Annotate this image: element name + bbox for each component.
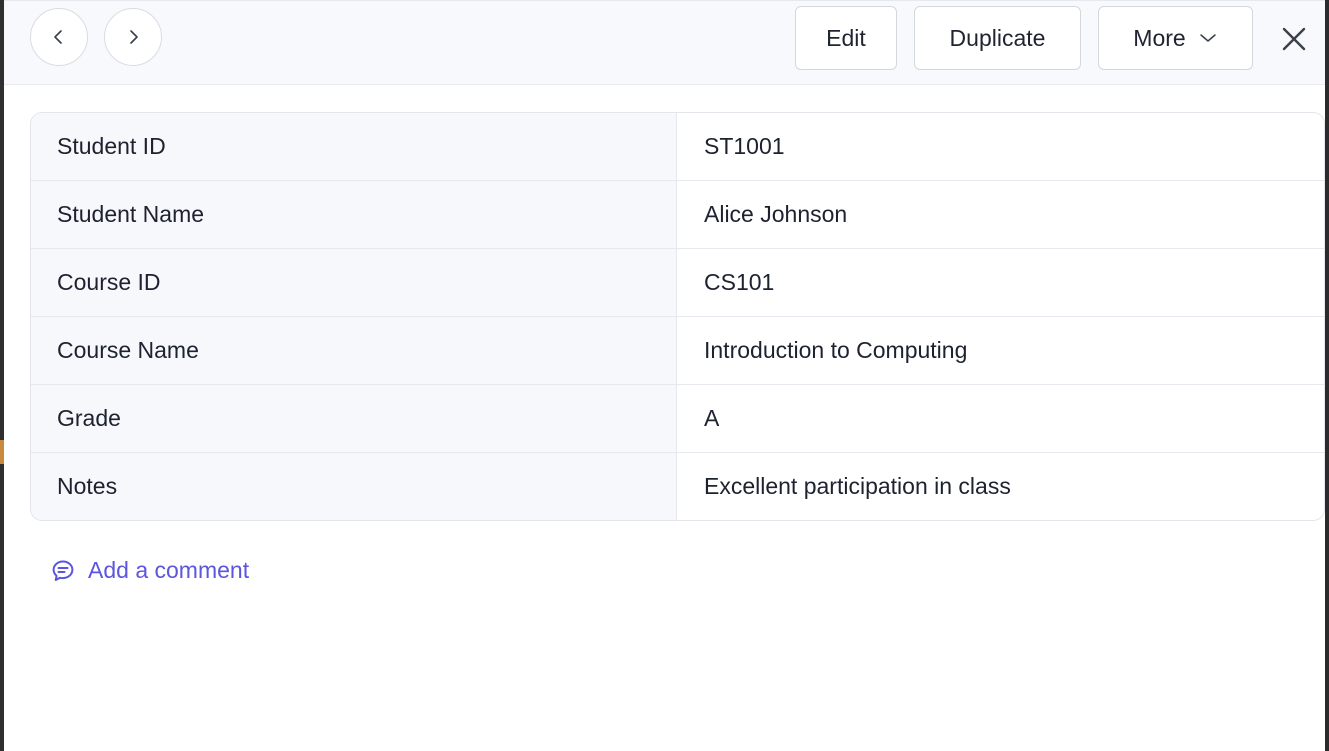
field-label: Course Name	[31, 317, 677, 384]
add-comment-label: Add a comment	[88, 557, 250, 583]
record-fields-table: Student ID ST1001 Student Name Alice Joh…	[30, 112, 1325, 521]
chevron-left-icon	[54, 30, 62, 44]
chevron-right-icon	[130, 30, 138, 44]
previous-record-button[interactable]	[30, 8, 88, 66]
field-label: Grade	[31, 385, 677, 452]
field-value: CS101	[677, 249, 1324, 316]
field-label: Course ID	[31, 249, 677, 316]
edit-button-label: Edit	[826, 24, 866, 51]
field-value: A	[677, 385, 1324, 452]
toolbar: Edit Duplicate More	[4, 1, 1325, 85]
field-value: Introduction to Computing	[677, 317, 1324, 384]
field-row-student-id: Student ID ST1001	[31, 113, 1324, 181]
field-row-notes: Notes Excellent participation in class	[31, 453, 1324, 520]
add-comment-link[interactable]: Add a comment	[50, 557, 249, 584]
field-value: Alice Johnson	[677, 181, 1324, 248]
record-detail-panel: Edit Duplicate More Student ID ST1001 St…	[4, 0, 1325, 751]
field-label: Student Name	[31, 181, 677, 248]
field-row-course-id: Course ID CS101	[31, 249, 1324, 317]
field-row-student-name: Student Name Alice Johnson	[31, 181, 1324, 249]
more-button-label: More	[1133, 24, 1186, 51]
field-label: Notes	[31, 453, 677, 520]
close-icon	[1282, 27, 1306, 51]
backdrop-right-edge	[1325, 0, 1329, 751]
field-row-course-name: Course Name Introduction to Computing	[31, 317, 1324, 385]
field-label: Student ID	[31, 113, 677, 180]
duplicate-button[interactable]: Duplicate	[914, 6, 1081, 70]
close-button[interactable]	[1274, 19, 1314, 59]
duplicate-button-label: Duplicate	[949, 24, 1046, 51]
next-record-button[interactable]	[104, 8, 162, 66]
chevron-down-icon	[1199, 34, 1216, 42]
field-value: ST1001	[677, 113, 1324, 180]
comment-icon	[52, 560, 74, 581]
field-value: Excellent participation in class	[677, 453, 1324, 520]
field-row-grade: Grade A	[31, 385, 1324, 453]
more-menu-button[interactable]: More	[1098, 6, 1253, 70]
edit-button[interactable]: Edit	[795, 6, 897, 70]
